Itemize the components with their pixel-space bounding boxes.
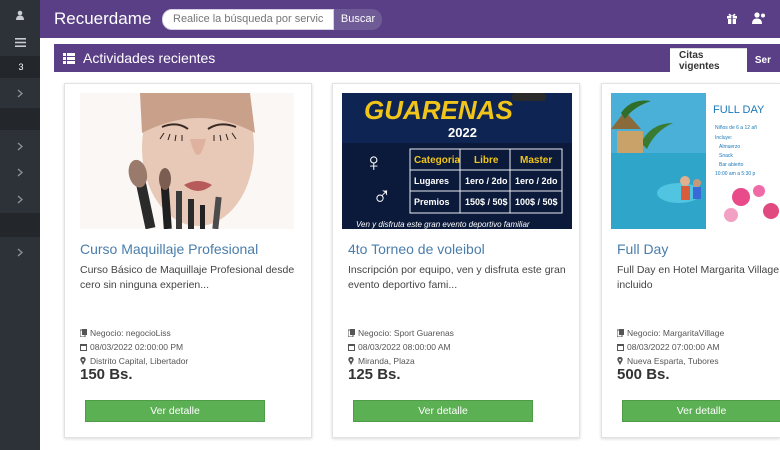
flyer-header-master: Master bbox=[520, 155, 552, 166]
map-marker-icon bbox=[617, 356, 624, 365]
male-symbol-icon: ♂ bbox=[372, 181, 392, 211]
header-actions bbox=[726, 0, 780, 38]
card-business: Negocio: Sport Guarenas bbox=[347, 328, 454, 338]
user-account-icon[interactable] bbox=[752, 11, 766, 27]
card-image-makeup[interactable] bbox=[80, 93, 294, 229]
female-symbol-icon: ♀ bbox=[364, 147, 384, 177]
map-marker-icon bbox=[80, 356, 87, 365]
search-bar: Buscar bbox=[162, 8, 382, 30]
card-title[interactable]: 4to Torneo de voleibol bbox=[348, 241, 485, 257]
card-description: Curso Básico de Maquillaje Profesional d… bbox=[80, 264, 295, 291]
flyer-heading: GUARENAS bbox=[364, 95, 513, 125]
card-price: 125 Bs. bbox=[348, 366, 401, 383]
card-business-text: Negocio: negocioLiss bbox=[90, 328, 171, 338]
flyer-row-lugares: Lugares bbox=[414, 176, 449, 186]
card-datetime: 08/03/2022 02:00:00 PM bbox=[80, 342, 183, 352]
app-root: 3 Recuerdame Buscar bbox=[0, 0, 780, 450]
card-price: 500 Bs. bbox=[617, 366, 670, 383]
panel-title: Actividades recientes bbox=[83, 50, 216, 66]
flyer-footer: Ven y disfruta este gran evento deportiv… bbox=[356, 220, 530, 229]
sidebar-divider bbox=[0, 108, 40, 130]
user-icon[interactable] bbox=[0, 6, 40, 24]
calendar-icon bbox=[348, 343, 355, 351]
card-price: 150 Bs. bbox=[80, 366, 133, 383]
tab-citas-vigentes[interactable]: Citas vigentes bbox=[670, 48, 747, 73]
card-image-fullday[interactable]: FULL DAY Niños de 6 a 12 añ Incluye: Alm… bbox=[611, 93, 780, 229]
view-detail-button[interactable]: Ver detalle bbox=[353, 400, 533, 422]
map-marker-icon bbox=[348, 356, 355, 365]
table-icon bbox=[63, 52, 75, 64]
search-input[interactable] bbox=[162, 8, 334, 30]
flyer-year: 2022 bbox=[448, 125, 477, 140]
activity-card: Curso Maquillaje Profesional Curso Básic… bbox=[64, 83, 312, 438]
chevron-right-icon[interactable] bbox=[0, 84, 40, 102]
card-location-text: Nueva Esparta, Tubores bbox=[627, 356, 719, 366]
flyer-cell: 1ero / 2do bbox=[515, 176, 558, 186]
flyer-row-premios: Premios bbox=[414, 197, 450, 207]
card-location-text: Distrito Capital, Libertador bbox=[90, 356, 189, 366]
card-location: Distrito Capital, Libertador bbox=[80, 356, 188, 366]
card-title[interactable]: Curso Maquillaje Profesional bbox=[80, 241, 258, 257]
calendar-icon bbox=[80, 343, 87, 351]
brand-title[interactable]: Recuerdame bbox=[54, 9, 162, 29]
copy-icon bbox=[616, 329, 624, 338]
flyer-cell: 100$ / 50$ bbox=[515, 197, 558, 207]
card-datetime-text: 08/03/2022 02:00:00 PM bbox=[90, 342, 184, 352]
flyer-item: Almuerzo bbox=[719, 144, 740, 150]
flyer-cell: 150$ / 50$ bbox=[465, 197, 508, 207]
flyer-heading: FULL DAY bbox=[713, 104, 765, 116]
card-business: Negocio: negocioLiss bbox=[79, 328, 171, 338]
card-datetime-text: 08/03/2022 08:00:00 AM bbox=[358, 342, 451, 352]
view-detail-button[interactable]: Ver detalle bbox=[85, 400, 265, 422]
card-title[interactable]: Full Day bbox=[617, 241, 668, 257]
card-datetime-text: 08/03/2022 07:00:00 AM bbox=[627, 342, 720, 352]
card-location-text: Miranda, Plaza bbox=[358, 356, 415, 366]
flyer-item: Bar abierto bbox=[719, 162, 744, 168]
card-description: Inscripción por equipo, ven y disfruta e… bbox=[348, 264, 566, 291]
flyer-item: Snack bbox=[719, 153, 733, 159]
flyer-header-libre: Libre bbox=[474, 155, 499, 166]
sidebar-divider bbox=[0, 213, 40, 237]
left-sidebar: 3 bbox=[0, 0, 40, 450]
activity-card: GUARENAS 2022 ♀ ♂ Categoria Libre Master… bbox=[332, 83, 580, 438]
menu-icon[interactable] bbox=[0, 33, 40, 51]
card-business-text: Negocio: Sport Guarenas bbox=[358, 328, 454, 338]
card-datetime: 08/03/2022 08:00:00 AM bbox=[348, 342, 451, 352]
card-image-volleyball[interactable]: GUARENAS 2022 ♀ ♂ Categoria Libre Master… bbox=[342, 93, 572, 229]
flyer-item: Niños de 6 a 12 añ bbox=[715, 125, 757, 131]
gift-icon[interactable] bbox=[726, 12, 738, 27]
card-description: Full Day en Hotel Margarita Village incl… bbox=[617, 264, 780, 291]
copy-icon bbox=[347, 329, 355, 338]
flyer-item: Incluye: bbox=[715, 135, 732, 141]
search-button[interactable]: Buscar bbox=[334, 8, 382, 30]
flyer-item: 10:00 am a 5:30 p bbox=[715, 171, 756, 177]
card-location: Nueva Esparta, Tubores bbox=[617, 356, 719, 366]
top-header: Recuerdame Buscar bbox=[40, 0, 780, 38]
card-business-text: Negocio: MargaritaVillage bbox=[627, 328, 725, 338]
calendar-icon bbox=[617, 343, 624, 351]
card-datetime: 08/03/2022 07:00:00 AM bbox=[617, 342, 720, 352]
flyer-cell: 1ero / 2do bbox=[465, 176, 508, 186]
flyer-header-categoria: Categoria bbox=[414, 155, 461, 166]
copy-icon bbox=[79, 329, 87, 338]
tab-servicios[interactable]: Ser bbox=[747, 48, 780, 73]
chevron-right-icon[interactable] bbox=[0, 163, 40, 181]
view-detail-button[interactable]: Ver detalle bbox=[622, 400, 780, 422]
notification-badge[interactable]: 3 bbox=[13, 60, 29, 74]
chevron-right-icon[interactable] bbox=[0, 243, 40, 261]
panel-tabs: Citas vigentes Ser bbox=[670, 48, 780, 73]
card-location: Miranda, Plaza bbox=[348, 356, 415, 366]
card-business: Negocio: MargaritaVillage bbox=[616, 328, 725, 338]
chevron-right-icon[interactable] bbox=[0, 190, 40, 208]
chevron-right-icon[interactable] bbox=[0, 137, 40, 155]
activity-card: FULL DAY Niños de 6 a 12 añ Incluye: Alm… bbox=[601, 83, 780, 438]
